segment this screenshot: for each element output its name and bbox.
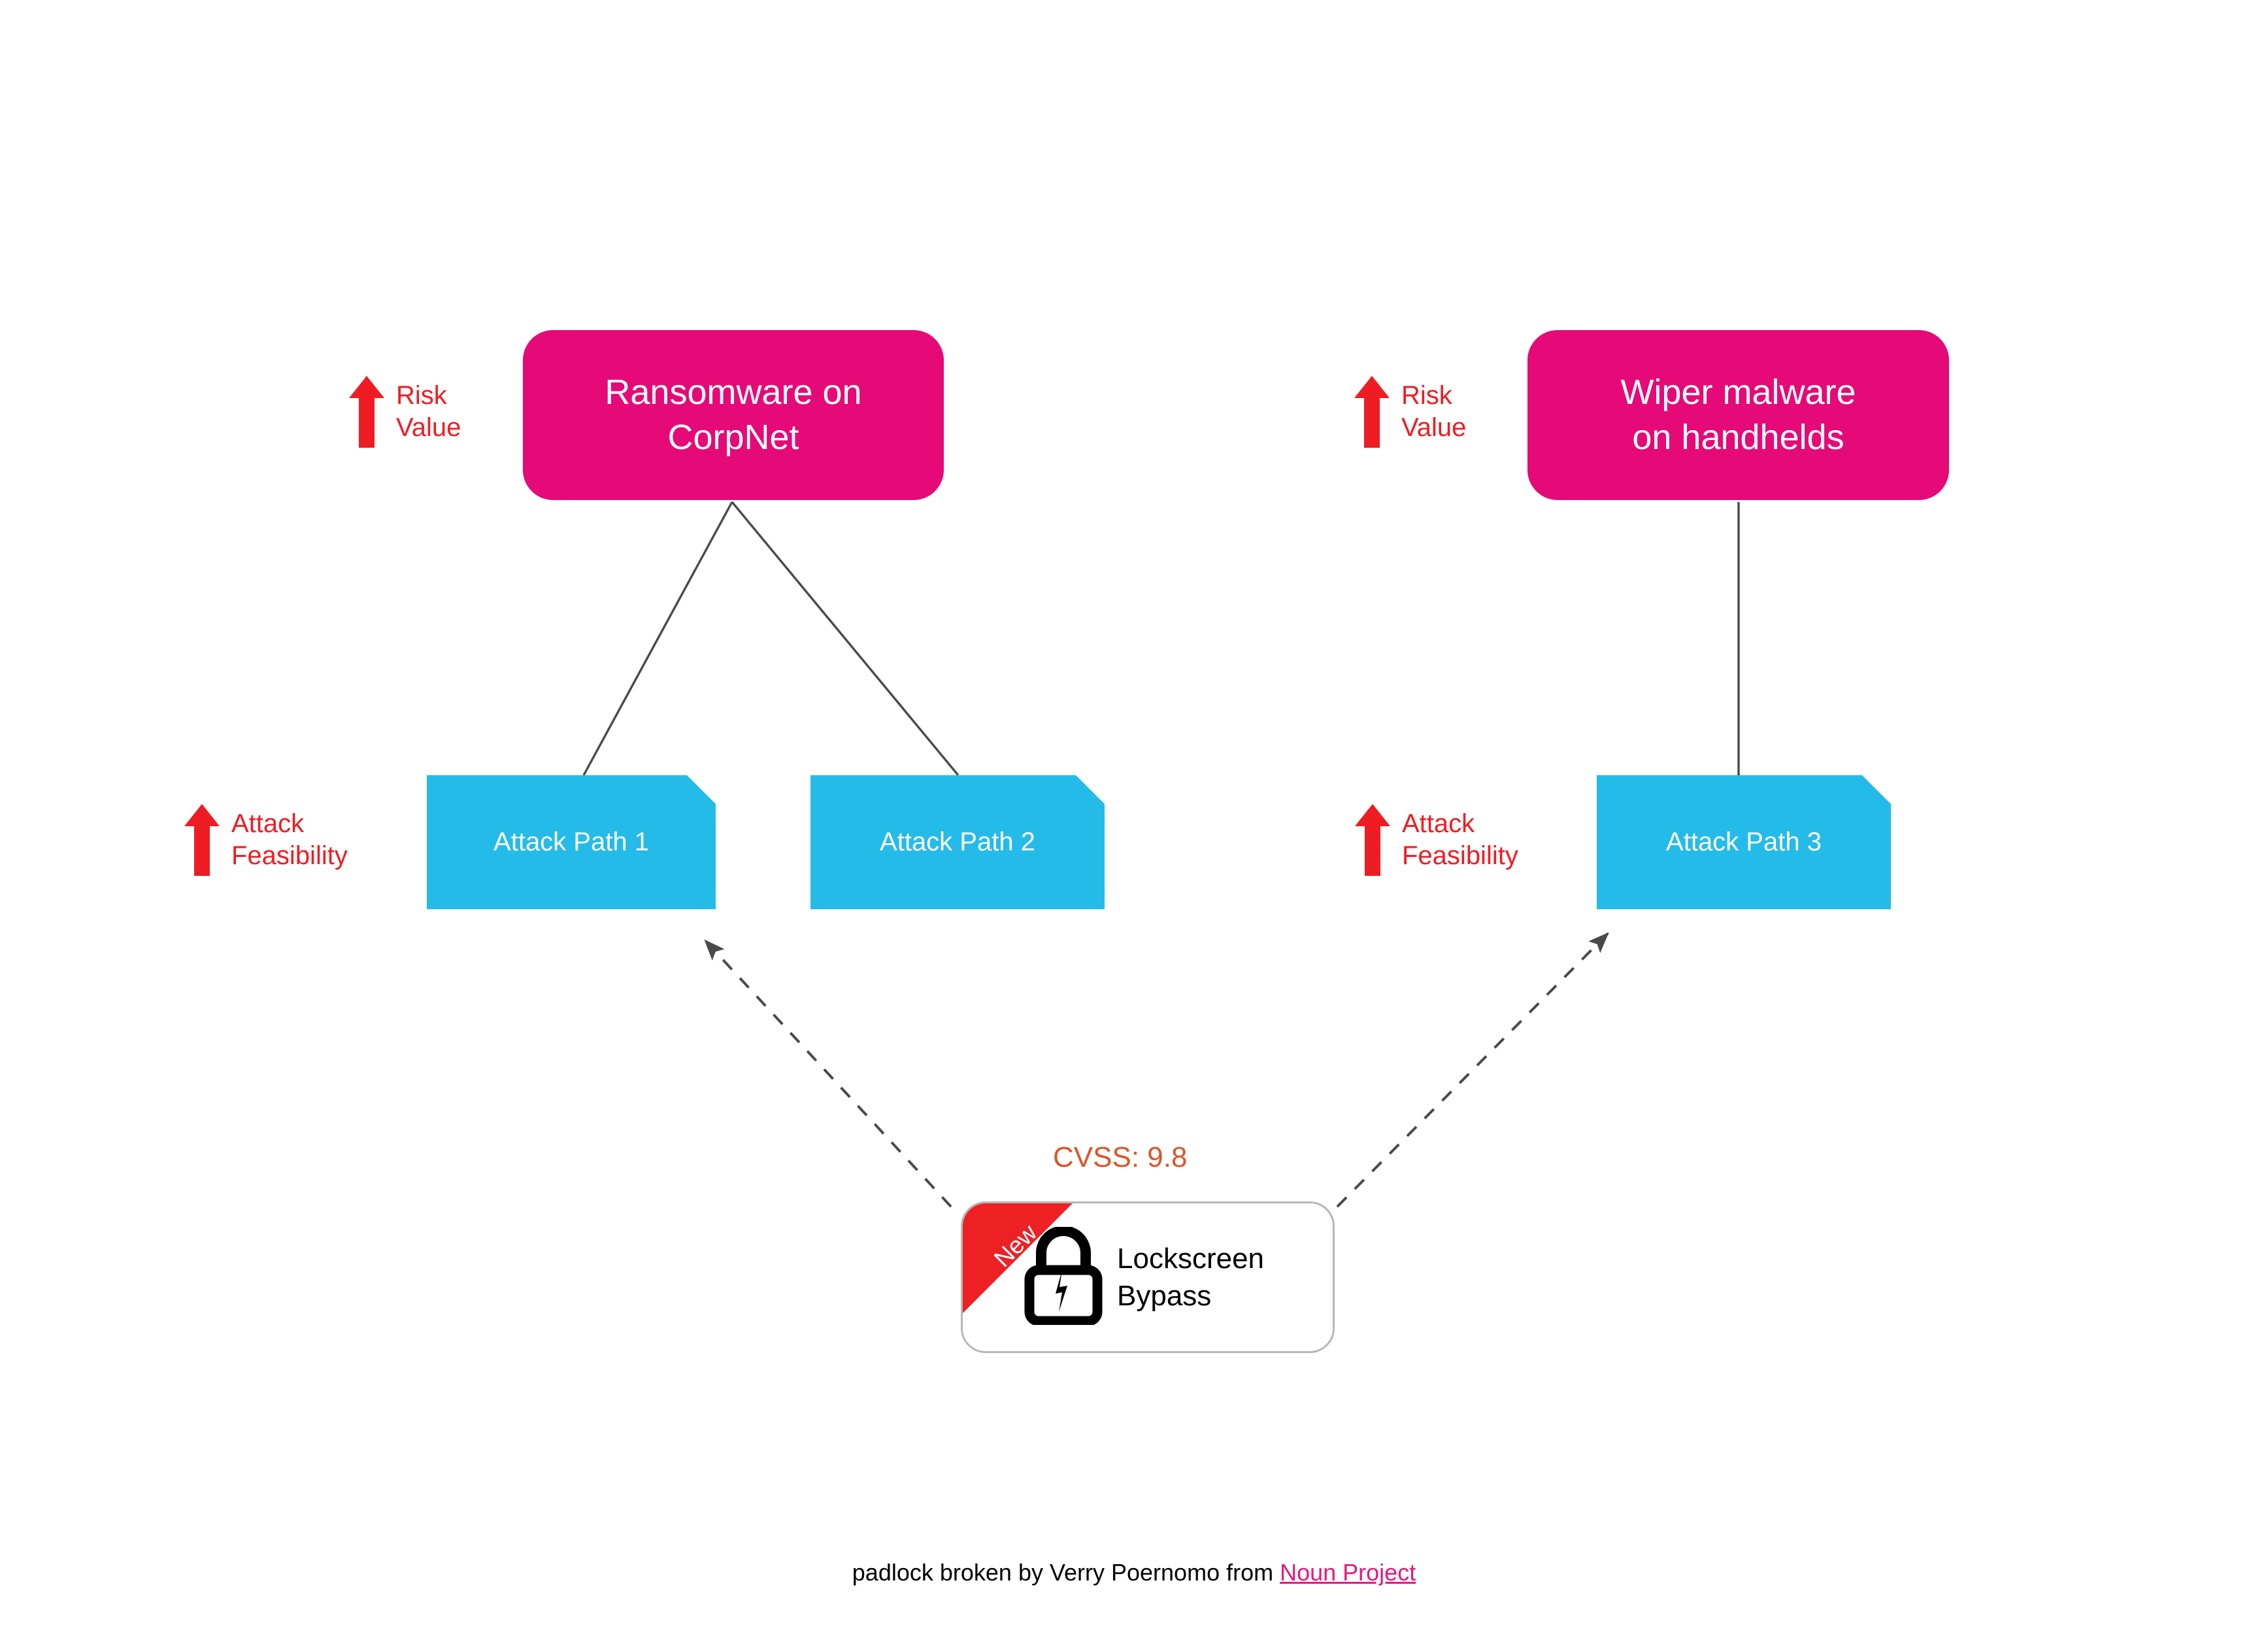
attack-path-2[interactable]: Attack Path 2: [810, 775, 1105, 909]
attribution-text: padlock broken by Verry Poernomo from: [852, 1559, 1280, 1586]
edge-vulnerability-to-path1: [704, 939, 952, 1208]
damage-scenario-label: Wiper malware on handhelds: [1620, 372, 1856, 457]
attack-path-3[interactable]: Attack Path 3: [1597, 775, 1891, 909]
noun-project-link[interactable]: Noun Project: [1280, 1559, 1416, 1586]
annotation-risk-value-right: Risk Value: [1354, 376, 1466, 448]
edge-ransomware-to-path1: [582, 501, 733, 776]
attack-path-label: Attack Path 2: [880, 828, 1035, 856]
damage-scenario-label: Ransomware on CorpNet: [605, 372, 862, 457]
up-arrow-icon: [1355, 804, 1390, 876]
attack-path-1[interactable]: Attack Path 1: [427, 775, 716, 909]
annotation-attack-feasibility-left: Attack Feasibility: [184, 804, 348, 876]
annotation-label: Attack Feasibility: [1402, 809, 1518, 870]
edge-vulnerability-to-path3: [1336, 932, 1609, 1208]
attack-path-label: Attack Path 1: [493, 828, 649, 856]
attribution-footer: padlock broken by Verry Poernomo from No…: [0, 1559, 2268, 1586]
damage-scenario-ransomware[interactable]: Ransomware on CorpNet: [523, 330, 944, 500]
annotation-label: Attack Feasibility: [231, 809, 348, 870]
annotation-label: Risk Value: [1401, 381, 1467, 442]
edge-ransomware-to-path2: [731, 501, 959, 777]
damage-scenario-wiper[interactable]: Wiper malware on handhelds: [1527, 330, 1949, 500]
up-arrow-icon: [184, 804, 220, 876]
vulnerability-card[interactable]: New Lockscreen Bypass: [961, 1201, 1335, 1353]
diagram-canvas: Risk Value Risk Value Attack Feasibility…: [0, 0, 2268, 1640]
vulnerability-label: Lockscreen Bypass: [1117, 1242, 1265, 1312]
up-arrow-icon: [349, 376, 384, 448]
cvss-score-label: CVSS: 9.8: [1053, 1141, 1188, 1173]
annotation-label: Risk Value: [396, 381, 461, 442]
annotation-attack-feasibility-right: Attack Feasibility: [1355, 804, 1518, 876]
annotation-risk-value-left: Risk Value: [349, 376, 461, 448]
attack-path-label: Attack Path 3: [1666, 828, 1822, 856]
broken-padlock-icon: [1022, 1225, 1105, 1328]
up-arrow-icon: [1354, 376, 1390, 448]
